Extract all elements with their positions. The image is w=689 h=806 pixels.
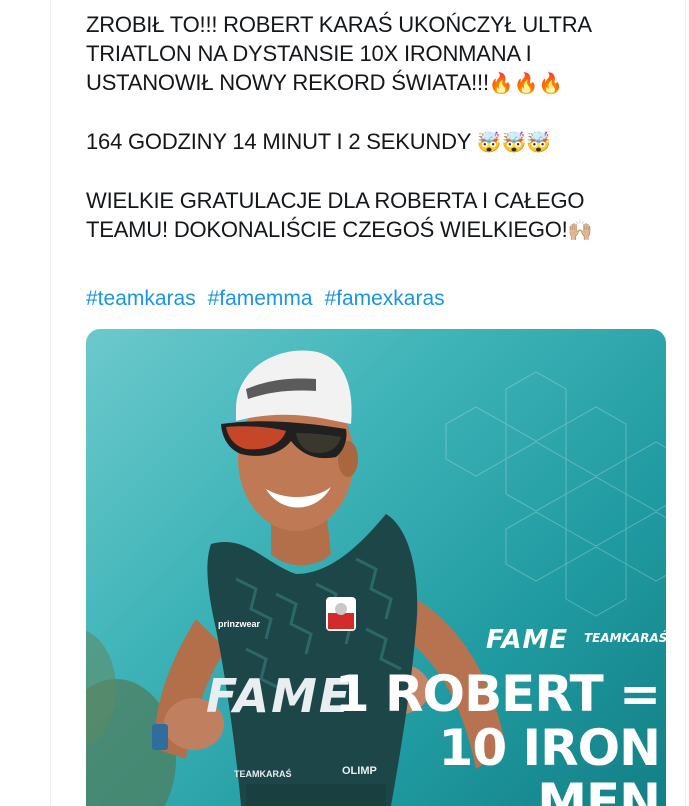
shirt-brand-label: prinzwear	[218, 619, 261, 629]
hashtag-link-famemma[interactable]: #famemma	[208, 287, 313, 310]
tweet-line-congrats: WIELKIE GRATULACJE DLA ROBERTA I CAŁEGO …	[86, 188, 590, 242]
watch-icon	[152, 724, 168, 750]
teamkaras-logo: TEAMKARAŚ	[584, 631, 666, 645]
tweet-paragraph-3: WIELKIE GRATULACJE DLA ROBERTA I CAŁEGO …	[86, 186, 646, 245]
hashtag-link-teamkaras[interactable]: #teamkaras	[86, 287, 196, 310]
tweet-text: ZROBIŁ TO!!! ROBERT KARAŚ UKOŃCZYŁ ULTRA…	[86, 10, 646, 245]
shirt-teamkaras-label: TEAMKARAŚ	[234, 769, 292, 779]
hexagon-pattern	[445, 371, 666, 617]
fire-emoji-icon: 🔥🔥🔥	[488, 71, 563, 95]
raising-hands-emoji-icon: 🙌🏼	[567, 218, 593, 242]
media-headline: 1 ROBERT = 10 IRON MEN	[310, 665, 661, 806]
exploding-head-emoji-icon: 🤯🤯🤯	[476, 130, 551, 154]
hashtag-link-famexkaras[interactable]: #famexkaras	[324, 287, 444, 310]
headline-line-1: 1 ROBERT =	[334, 665, 661, 723]
tweet-body: ZROBIŁ TO!!! ROBERT KARAŚ UKOŃCZYŁ ULTRA…	[86, 10, 646, 274]
tweet-line-time: 164 GODZINY 14 MINUT I 2 SEKUNDY	[86, 129, 471, 154]
timeline-left-rail	[0, 0, 51, 806]
timeline-right-border	[685, 0, 686, 806]
tweet-media-image[interactable]: prinzwear FAME TEAMKARAŚ OLIMP FAME TEAM…	[86, 329, 666, 806]
tweet-paragraph-1: ZROBIŁ TO!!! ROBERT KARAŚ UKOŃCZYŁ ULTRA…	[86, 10, 646, 98]
fame-logo: FAME	[486, 625, 569, 655]
tweet-paragraph-2: 164 GODZINY 14 MINUT I 2 SEKUNDY 🤯🤯🤯	[86, 127, 646, 157]
headline-line-2: 10 IRON MEN	[438, 719, 661, 806]
hashtag-row: #teamkaras #famemma #famexkaras	[86, 287, 451, 311]
